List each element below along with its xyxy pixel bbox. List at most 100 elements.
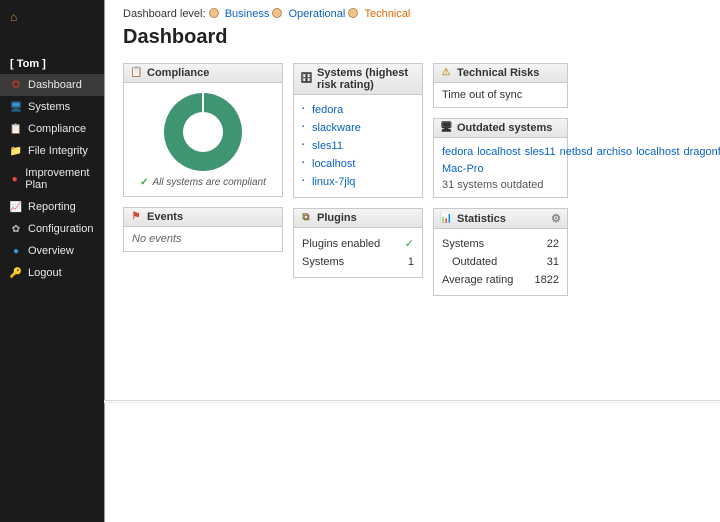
nav-list: 🞇 Dashboard 🖥 Systems 📋 Compliance 📁 File Integ… [0, 74, 104, 284]
dashboard-level-bar: Dashboard level: Business Operational Te… [123, 8, 702, 20]
panel-title: Compliance [147, 67, 209, 79]
nav-label: Dashboard [28, 79, 82, 91]
stat-row: Outdated 31 [442, 253, 559, 271]
panel-title: Systems (highest risk rating) [317, 67, 416, 91]
panel-title: Outdated systems [457, 122, 552, 134]
plugins-panel: ⧉ Plugins Plugins enabled ✓ Systems 1 [293, 208, 423, 278]
technical-risks-panel: ⚠ Technical Risks Time out of sync [433, 63, 568, 108]
risk-system-link[interactable]: localhost [312, 155, 414, 173]
nav-item-reporting[interactable]: 📈 Reporting [0, 196, 104, 218]
dashboard-icon: 🞇 [10, 79, 22, 91]
risk-system-link[interactable]: fedora [312, 101, 414, 119]
page-title: Dashboard [123, 26, 702, 49]
reporting-icon: 📈 [10, 201, 22, 213]
compliance-panel: 📋Compliance ✓All systems are compliant [123, 63, 283, 197]
stats-body: Systems 22 Outdated 31 Average rating 1822 [434, 229, 567, 295]
events-empty: No events [124, 227, 282, 251]
outdated-system-link[interactable]: netbsd [560, 146, 593, 158]
outdated-links: fedoralocalhostsles11netbsdarchisolocalh… [442, 144, 559, 177]
plugin-row: Systems 1 [302, 253, 414, 271]
outdated-system-link[interactable]: dragonfly [684, 146, 720, 158]
plugin-value: ✓ [405, 237, 414, 250]
nav-item-improvement-plan[interactable]: ● Improvement Plan [0, 162, 104, 196]
stat-value: 1822 [535, 274, 559, 286]
nav-label: File Integrity [28, 145, 88, 157]
nav-item-overview[interactable]: ● Overview [0, 240, 104, 262]
outdated-system-link[interactable]: archiso [597, 146, 632, 158]
nav-item-dashboard[interactable]: 🞇 Dashboard [0, 74, 104, 96]
plugin-row: Plugins enabled ✓ [302, 234, 414, 253]
stat-key: Systems [442, 238, 484, 250]
level-technical[interactable]: Technical [364, 8, 410, 20]
level-operational[interactable]: Operational [288, 8, 345, 20]
nav-label: Compliance [28, 123, 86, 135]
nav-label: Reporting [28, 201, 76, 213]
warning-icon: ⚠ [440, 67, 452, 79]
nav-label: Systems [28, 101, 70, 113]
events-panel: ⚑ Events No events [123, 207, 283, 252]
stat-value: 31 [547, 256, 559, 268]
flag-icon: ⚑ [130, 211, 142, 223]
persona-icon [209, 8, 219, 18]
plugins-body: Plugins enabled ✓ Systems 1 [294, 228, 422, 277]
compliance-status-text: All systems are compliant [153, 177, 266, 188]
dashboard-grid: 📋Compliance ✓All systems are compliant ⚑… [123, 63, 702, 296]
gear-icon[interactable]: ⚙ [551, 212, 561, 225]
compliance-donut-chart [164, 93, 242, 171]
persona-icon [272, 8, 282, 18]
outdated-panel: 🖥Outdated systems fedoralocalhostsles11n… [433, 118, 568, 198]
compliance-icon: 📋 [10, 123, 22, 135]
outdated-system-link[interactable]: sles11 [525, 146, 556, 158]
servers-icon: 🗄 [300, 73, 312, 85]
plugin-key: Systems [302, 256, 344, 268]
nav-item-configuration[interactable]: ✿ Configuration [0, 218, 104, 240]
level-label: Dashboard level: [123, 8, 206, 20]
overview-icon: ● [10, 245, 22, 257]
risk-system-link[interactable]: sles11 [312, 137, 414, 155]
stats-icon: 📊 [440, 213, 452, 225]
nav-item-logout[interactable]: 🔑 Logout [0, 262, 104, 284]
persona-icon [348, 8, 358, 18]
risk-system-link[interactable]: slackware [312, 119, 414, 137]
file-integrity-icon: 📁 [10, 145, 22, 157]
panel-title: Technical Risks [457, 67, 539, 79]
nav-label: Improvement Plan [25, 167, 94, 191]
plugin-key: Plugins enabled [302, 238, 380, 250]
main-content: Dashboard level: Business Operational Te… [104, 0, 720, 522]
current-user: [ Tom ] [0, 54, 104, 74]
systems-icon: 🖥 [10, 101, 22, 113]
panel-title: Plugins [317, 212, 357, 224]
panel-title: Statistics [457, 213, 506, 225]
outdated-system-link[interactable]: localhost [477, 146, 520, 158]
check-icon: ✓ [140, 177, 148, 188]
nav-item-systems[interactable]: 🖥 Systems [0, 96, 104, 118]
stat-key: Outdated [442, 256, 497, 268]
risk-system-link[interactable]: linux-7jlq [312, 173, 414, 191]
configuration-icon: ✿ [10, 223, 22, 235]
logout-icon: 🔑 [10, 267, 22, 279]
outdated-system-link[interactable]: fedora [442, 146, 473, 158]
panel-title: Events [147, 211, 183, 223]
plugin-icon: ⧉ [300, 212, 312, 224]
nav-label: Logout [28, 267, 62, 279]
risk-system-list: fedoraslackwaresles11localhostlinux-7jlq [302, 101, 414, 191]
stat-row: Systems 22 [442, 235, 559, 253]
stat-value: 22 [547, 238, 559, 250]
nav-label: Overview [28, 245, 74, 257]
nav-item-file-integrity[interactable]: 📁 File Integrity [0, 140, 104, 162]
outdated-system-link[interactable]: localhost [636, 146, 679, 158]
improvement-plan-icon: ● [10, 173, 19, 185]
sidebar: ⌂ [ Tom ] 🞇 Dashboard 🖥 Systems 📋 Compliance 📁… [0, 0, 104, 522]
outdated-icon: 🖥 [440, 122, 452, 134]
technical-risk-item: Time out of sync [434, 83, 567, 107]
home-icon: ⌂ [10, 10, 17, 24]
footer-divider [104, 400, 720, 403]
plugin-value: 1 [408, 256, 414, 268]
home-button[interactable]: ⌂ [0, 8, 104, 54]
nav-item-compliance[interactable]: 📋 Compliance [0, 118, 104, 140]
systems-risk-panel: 🗄 Systems (highest risk rating) fedorasla… [293, 63, 423, 198]
level-business[interactable]: Business [225, 8, 270, 20]
nav-label: Configuration [28, 223, 93, 235]
stat-key: Average rating [442, 274, 513, 286]
stat-row: Average rating 1822 [442, 271, 559, 289]
